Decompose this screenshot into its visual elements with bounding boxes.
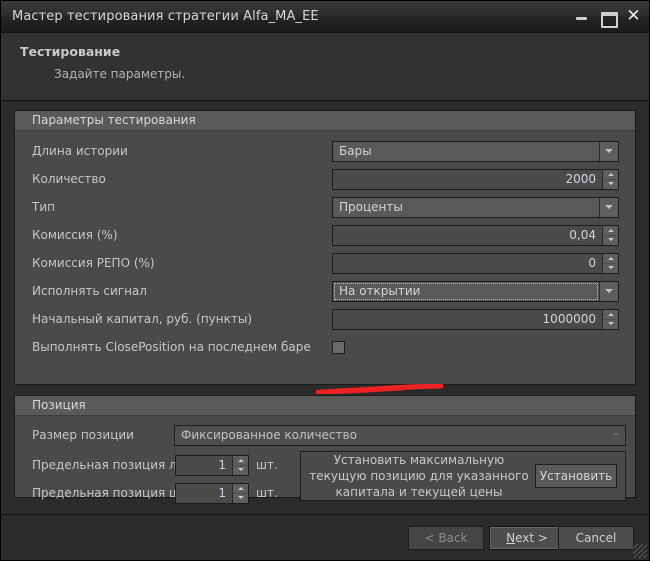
- label-quantity: Количество: [32, 172, 332, 186]
- label-max-short: Предельная позиция шорт: [32, 486, 175, 500]
- quantity-spin-buttons[interactable]: [602, 170, 618, 189]
- chevron-down-icon[interactable]: [599, 282, 618, 301]
- row-close-position: Выполнять ClosePosition на последнем бар…: [15, 333, 635, 361]
- label-close-position: Выполнять ClosePosition на последнем бар…: [32, 340, 332, 354]
- initial-capital-value[interactable]: 1000000: [333, 310, 602, 329]
- label-history-length: Длина истории: [32, 144, 332, 158]
- window-controls: ✕: [574, 1, 641, 32]
- position-group: Позиция Размер позиции Фиксированное кол…: [14, 395, 636, 498]
- dialog-window: Мастер тестирования стратегии Alfa_MA_EE…: [0, 0, 650, 561]
- label-position-size: Размер позиции: [32, 428, 174, 442]
- wizard-header: Тестирование Задайте параметры.: [1, 33, 649, 101]
- row-type: Тип Проценты: [15, 193, 635, 221]
- row-repo-commission: Комиссия РЕПО (%) 0: [15, 249, 635, 277]
- unit-max-short: шт.: [256, 486, 278, 500]
- execute-signal-value: На открытии: [334, 283, 598, 300]
- spin-up-icon[interactable]: [603, 170, 618, 180]
- label-type: Тип: [32, 200, 332, 214]
- next-button-label: Next >: [506, 531, 548, 545]
- label-execute-signal: Исполнять сигнал: [32, 284, 332, 298]
- spin-up-icon[interactable]: [603, 254, 618, 264]
- spin-up-icon[interactable]: [233, 484, 248, 494]
- close-icon[interactable]: ✕: [626, 9, 641, 24]
- row-commission: Комиссия (%) 0,04: [15, 221, 635, 249]
- max-long-stepper[interactable]: 1: [175, 455, 249, 476]
- title-bar[interactable]: Мастер тестирования стратегии Alfa_MA_EE…: [1, 1, 649, 33]
- unit-max-long: шт.: [256, 458, 278, 472]
- max-long-value[interactable]: 1: [176, 456, 232, 475]
- position-size-value: Фиксированное количество: [175, 426, 606, 445]
- type-combo[interactable]: Проценты: [332, 197, 619, 218]
- label-initial-capital: Начальный капитал, руб. (пункты): [32, 312, 332, 326]
- label-max-long: Предельная позиция лонг: [32, 458, 175, 472]
- max-long-spin-buttons[interactable]: [232, 456, 248, 475]
- spin-down-icon[interactable]: [603, 320, 618, 329]
- repo-commission-value[interactable]: 0: [333, 254, 602, 273]
- row-quantity: Количество 2000: [15, 165, 635, 193]
- type-value: Проценты: [333, 198, 599, 217]
- row-history-length: Длина истории Бары: [15, 137, 635, 165]
- position-size-combo[interactable]: Фиксированное количество: [174, 425, 626, 446]
- maximize-icon[interactable]: [600, 9, 615, 24]
- quantity-value[interactable]: 2000: [333, 170, 602, 189]
- spin-up-icon[interactable]: [603, 226, 618, 236]
- testing-parameters-title: Параметры тестирования: [15, 111, 635, 131]
- cancel-button[interactable]: Cancel: [558, 526, 634, 550]
- max-short-value[interactable]: 1: [176, 484, 232, 503]
- spin-down-icon[interactable]: [603, 180, 618, 189]
- red-annotation-stroke: [316, 384, 443, 394]
- row-position-size: Размер позиции Фиксированное количество: [15, 421, 635, 449]
- position-limits-area: Предельная позиция лонг 1 шт.: [15, 451, 635, 507]
- position-limit-fields: Предельная позиция лонг 1 шт.: [32, 451, 300, 507]
- page-title: Тестирование: [20, 44, 649, 59]
- set-max-position-button[interactable]: Установить: [535, 464, 617, 488]
- commission-stepper[interactable]: 0,04: [332, 225, 619, 246]
- execute-signal-combo[interactable]: На открытии: [332, 281, 619, 302]
- resize-grip[interactable]: [633, 544, 647, 558]
- max-position-info-panel: Установить максимальную текущую позицию …: [300, 451, 626, 501]
- testing-parameters-group: Параметры тестирования Длина истории Бар…: [14, 110, 636, 385]
- history-length-combo[interactable]: Бары: [332, 141, 619, 162]
- row-execute-signal: Исполнять сигнал На открытии: [15, 277, 635, 305]
- page-subtitle: Задайте параметры.: [54, 67, 649, 81]
- spin-down-icon[interactable]: [603, 236, 618, 245]
- row-initial-capital: Начальный капитал, руб. (пункты) 1000000: [15, 305, 635, 333]
- commission-value[interactable]: 0,04: [333, 226, 602, 245]
- row-max-short: Предельная позиция шорт 1 шт.: [32, 479, 300, 507]
- chevron-down-icon: [606, 426, 625, 445]
- spin-up-icon[interactable]: [603, 310, 618, 320]
- spin-up-icon[interactable]: [233, 456, 248, 466]
- position-group-title: Позиция: [15, 396, 635, 416]
- history-length-value: Бары: [333, 142, 599, 161]
- close-position-checkbox[interactable]: [332, 341, 345, 354]
- repo-commission-stepper[interactable]: 0: [332, 253, 619, 274]
- next-button[interactable]: Next >: [489, 526, 565, 550]
- initial-capital-spin-buttons[interactable]: [602, 310, 618, 329]
- row-max-long: Предельная позиция лонг 1 шт.: [32, 451, 300, 479]
- label-repo-commission: Комиссия РЕПО (%): [32, 256, 332, 270]
- max-short-spin-buttons[interactable]: [232, 484, 248, 503]
- spin-down-icon[interactable]: [603, 264, 618, 273]
- minimize-icon[interactable]: [574, 9, 589, 24]
- back-button[interactable]: < Back: [408, 526, 484, 550]
- max-position-info-text: Установить максимальную текущую позицию …: [309, 452, 529, 500]
- commission-spin-buttons[interactable]: [602, 226, 618, 245]
- repo-commission-spin-buttons[interactable]: [602, 254, 618, 273]
- spin-down-icon[interactable]: [233, 494, 248, 503]
- initial-capital-stepper[interactable]: 1000000: [332, 309, 619, 330]
- spin-down-icon[interactable]: [233, 466, 248, 475]
- dialog-footer: < Back Next > Cancel: [1, 514, 649, 560]
- quantity-stepper[interactable]: 2000: [332, 169, 619, 190]
- label-commission: Комиссия (%): [32, 228, 332, 242]
- dialog-body: Параметры тестирования Длина истории Бар…: [1, 101, 649, 560]
- chevron-down-icon[interactable]: [599, 198, 618, 217]
- window-title: Мастер тестирования стратегии Alfa_MA_EE: [12, 9, 319, 24]
- chevron-down-icon[interactable]: [599, 142, 618, 161]
- max-short-stepper[interactable]: 1: [175, 483, 249, 504]
